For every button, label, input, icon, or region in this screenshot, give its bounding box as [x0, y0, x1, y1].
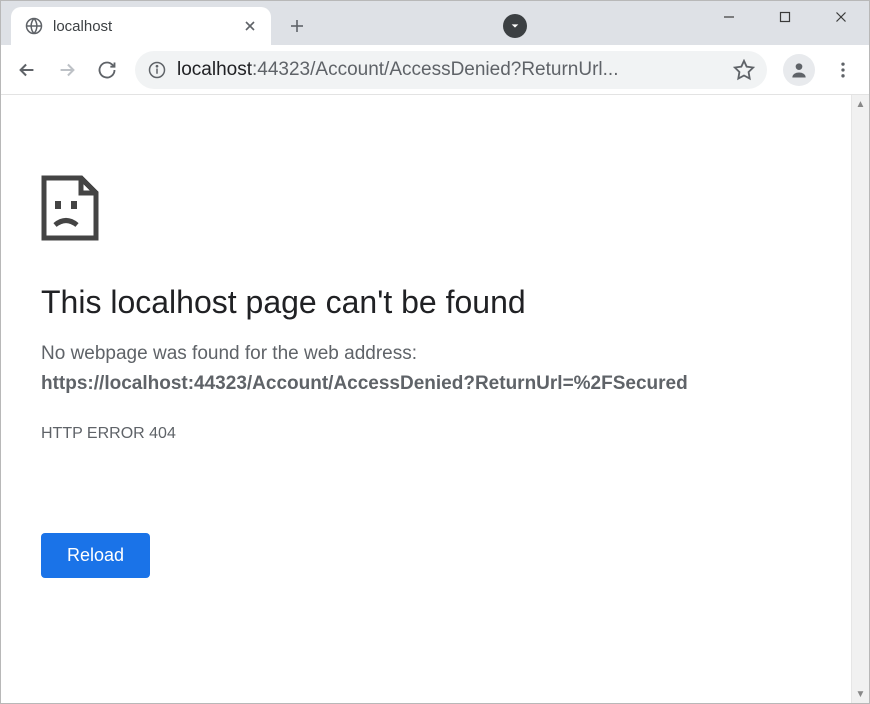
chevron-down-circle-icon[interactable]: [503, 14, 527, 38]
url-text: localhost:44323/Account/AccessDenied?Ret…: [177, 59, 723, 81]
info-icon[interactable]: [147, 60, 167, 80]
browser-toolbar: localhost:44323/Account/AccessDenied?Ret…: [1, 45, 869, 95]
globe-icon: [25, 17, 43, 35]
browser-tab[interactable]: localhost: [11, 7, 271, 45]
close-window-button[interactable]: [813, 1, 869, 33]
bookmark-star-icon[interactable]: [733, 59, 755, 81]
scroll-down-arrow-icon[interactable]: ▼: [852, 685, 869, 703]
page-content: This localhost page can't be found No we…: [1, 95, 851, 703]
profile-avatar-button[interactable]: [783, 54, 815, 86]
address-bar[interactable]: localhost:44323/Account/AccessDenied?Ret…: [135, 51, 767, 89]
viewport: This localhost page can't be found No we…: [1, 95, 869, 703]
forward-button[interactable]: [49, 52, 85, 88]
reload-page-button[interactable]: Reload: [41, 533, 150, 578]
error-code: HTTP ERROR 404: [41, 425, 811, 443]
kebab-menu-button[interactable]: [825, 52, 861, 88]
close-tab-button[interactable]: [241, 17, 259, 35]
minimize-button[interactable]: [701, 1, 757, 33]
sad-page-icon: [41, 175, 811, 246]
url-path: :44323/Account/AccessDenied?ReturnUrl...: [252, 59, 618, 80]
reload-button[interactable]: [89, 52, 125, 88]
new-tab-button[interactable]: [281, 10, 313, 42]
error-title: This localhost page can't be found: [41, 284, 811, 321]
url-host: localhost: [177, 59, 252, 80]
maximize-button[interactable]: [757, 1, 813, 33]
tab-title: localhost: [53, 18, 231, 35]
error-url: https://localhost:44323/Account/AccessDe…: [41, 373, 811, 395]
back-button[interactable]: [9, 52, 45, 88]
vertical-scrollbar[interactable]: ▲ ▼: [851, 95, 869, 703]
scroll-up-arrow-icon[interactable]: ▲: [852, 95, 869, 113]
window-controls: [701, 1, 869, 33]
error-subtitle: No webpage was found for the web address…: [41, 343, 811, 365]
